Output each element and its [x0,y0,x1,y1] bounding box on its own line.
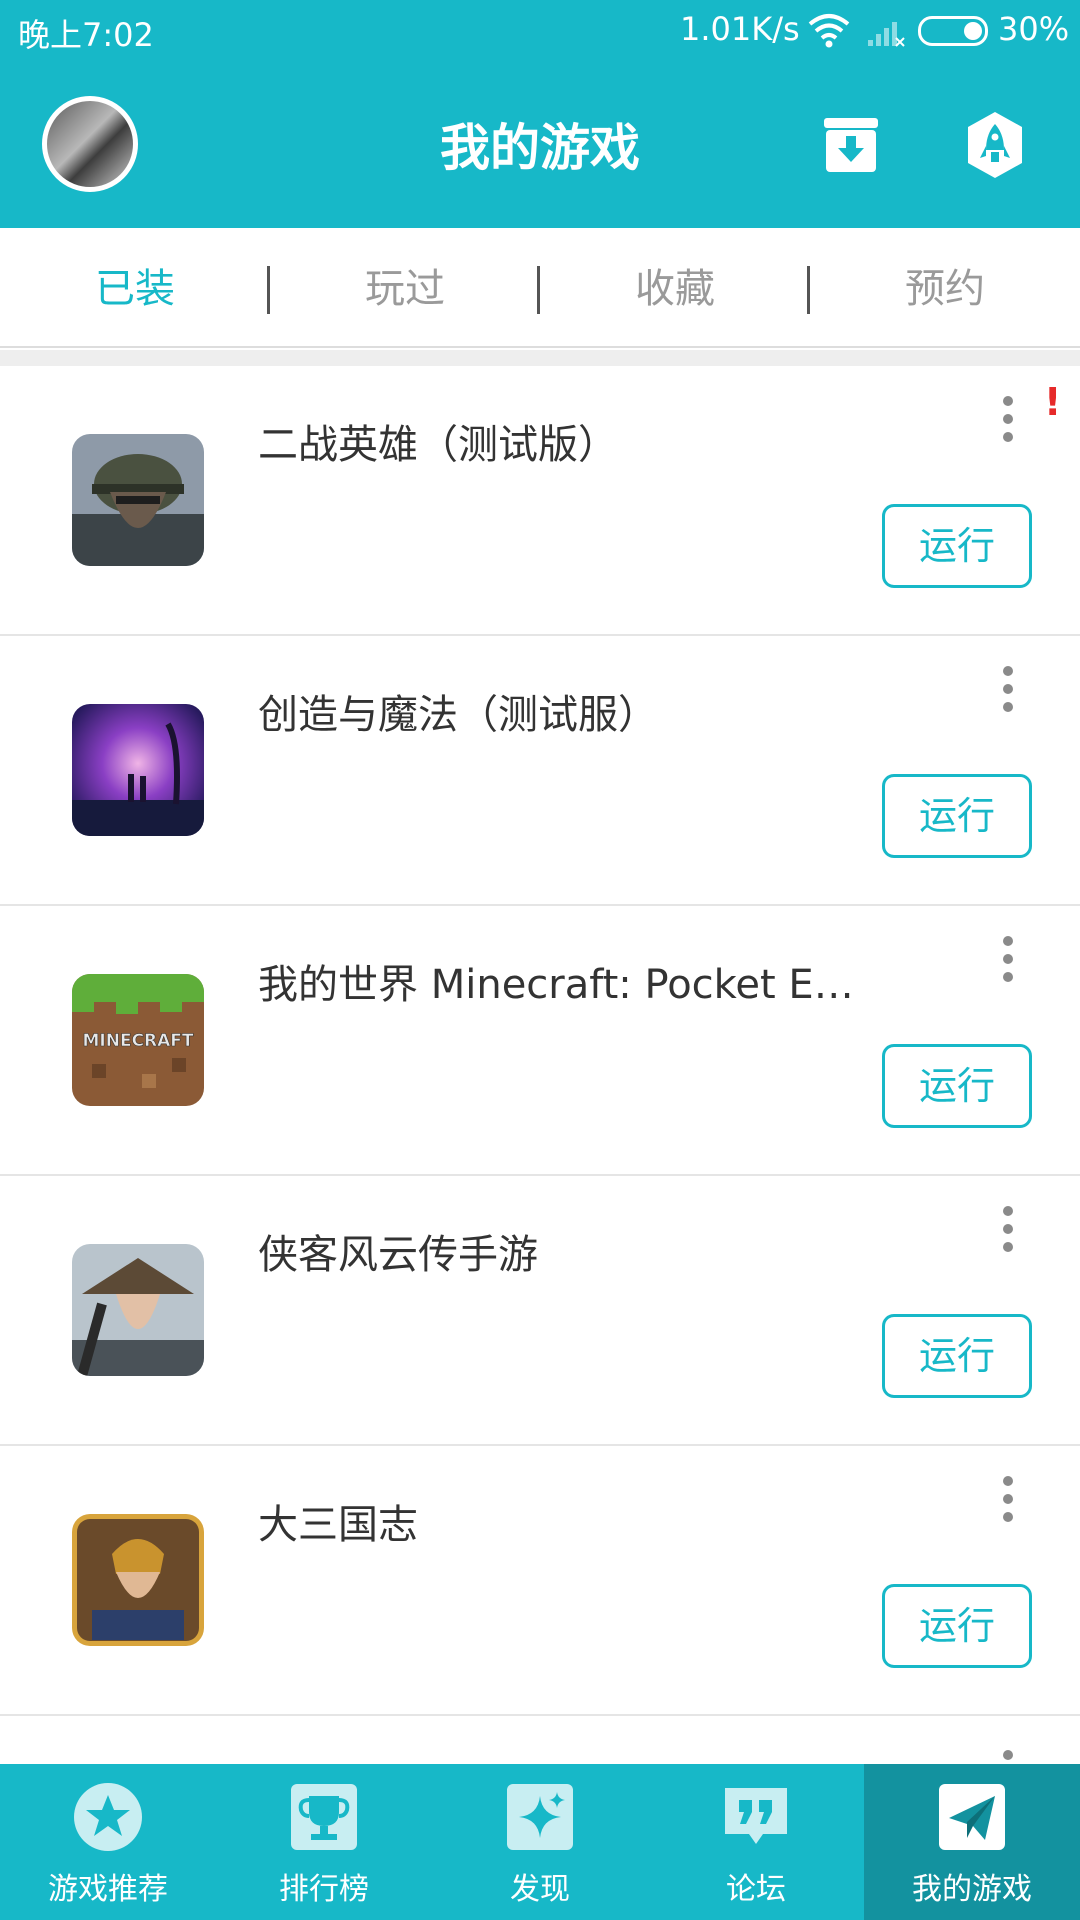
minecraft-logo-text: MINECRAFT [82,1031,193,1051]
run-button[interactable]: 运行 [882,504,1032,588]
nav-item-ranking[interactable]: 排行榜 [216,1764,432,1920]
status-bar: 晚上7:02 1.01K/s 30% [0,0,1080,62]
game-row[interactable]: 侠客风云传手游 运行 [0,1176,1080,1446]
game-name: 侠客风云传手游 [258,1232,538,1278]
bottom-nav: 游戏推荐 排行榜 发现 论坛 我的游戏 [0,1764,1080,1920]
status-time: 晚上7:02 [18,16,154,54]
game-icon-ww2-heroes [72,434,204,566]
game-row[interactable]: MINECRAFT 我的世界 Minecraft: Pocket Ed... 运… [0,906,1080,1176]
tab-favorites[interactable]: 收藏 [540,256,810,314]
more-options-icon[interactable] [996,1476,1020,1532]
game-icon-create-magic [72,704,204,836]
battery-percent: 30% [998,10,1070,48]
nav-label: 我的游戏 [912,1872,1032,1907]
game-row[interactable]: 二战英雄（测试版） ! 运行 [0,366,1080,636]
run-button[interactable]: 运行 [882,1314,1032,1398]
signal-icon [868,22,905,47]
alert-badge: ! [1044,380,1062,424]
tab-reserved[interactable]: 预约 [810,256,1080,314]
game-row[interactable]: 创造与魔法（测试服） 运行 [0,636,1080,906]
nav-item-forum[interactable]: 论坛 [648,1764,864,1920]
nav-label: 论坛 [726,1872,786,1907]
star-icon [74,1783,142,1851]
top-bar: 晚上7:02 1.01K/s 30% 我的游戏 [0,0,1080,228]
paper-plane-icon [939,1784,1005,1850]
nav-label: 发现 [510,1872,570,1907]
nav-label: 排行榜 [279,1872,369,1907]
game-icon-minecraft: MINECRAFT [72,974,204,1106]
sparkle-icon [507,1784,573,1850]
nav-item-my-games[interactable]: 我的游戏 [864,1764,1080,1920]
more-options-icon[interactable] [996,396,1020,452]
game-name: 我的世界 Minecraft: Pocket Ed... [258,962,858,1008]
more-options-icon[interactable] [996,936,1020,992]
download-box-icon[interactable] [822,116,880,174]
more-options-icon[interactable] [996,1206,1020,1262]
game-icon-xiake [72,1244,204,1376]
trophy-icon [291,1784,357,1850]
tab-bar: 已装 玩过 收藏 预约 [0,228,1080,348]
tab-installed[interactable]: 已装 [0,256,270,314]
game-row-partial [0,1716,1080,1764]
section-gap [0,350,1080,366]
more-options-icon[interactable] [996,666,1020,722]
run-button[interactable]: 运行 [882,1584,1032,1668]
rocket-icon[interactable] [964,110,1026,180]
game-name: 大三国志 [258,1502,418,1548]
tab-played[interactable]: 玩过 [270,256,540,314]
quote-icon [725,1788,787,1844]
more-options-icon[interactable] [1003,1750,1013,1760]
status-net-speed: 1.01K/s [680,10,800,48]
nav-item-discover[interactable]: 发现 [432,1764,648,1920]
game-name: 二战英雄（测试版） [258,422,618,468]
game-name: 创造与魔法（测试服） [258,692,658,738]
nav-item-recommend[interactable]: 游戏推荐 [0,1764,216,1920]
game-icon-three-kingdoms [72,1514,204,1646]
nav-label: 游戏推荐 [48,1872,168,1907]
game-row[interactable]: 大三国志 运行 [0,1446,1080,1716]
run-button[interactable]: 运行 [882,1044,1032,1128]
wifi-icon [808,14,850,48]
page-title: 我的游戏 [440,119,640,177]
run-button[interactable]: 运行 [882,774,1032,858]
battery-icon [918,16,988,46]
